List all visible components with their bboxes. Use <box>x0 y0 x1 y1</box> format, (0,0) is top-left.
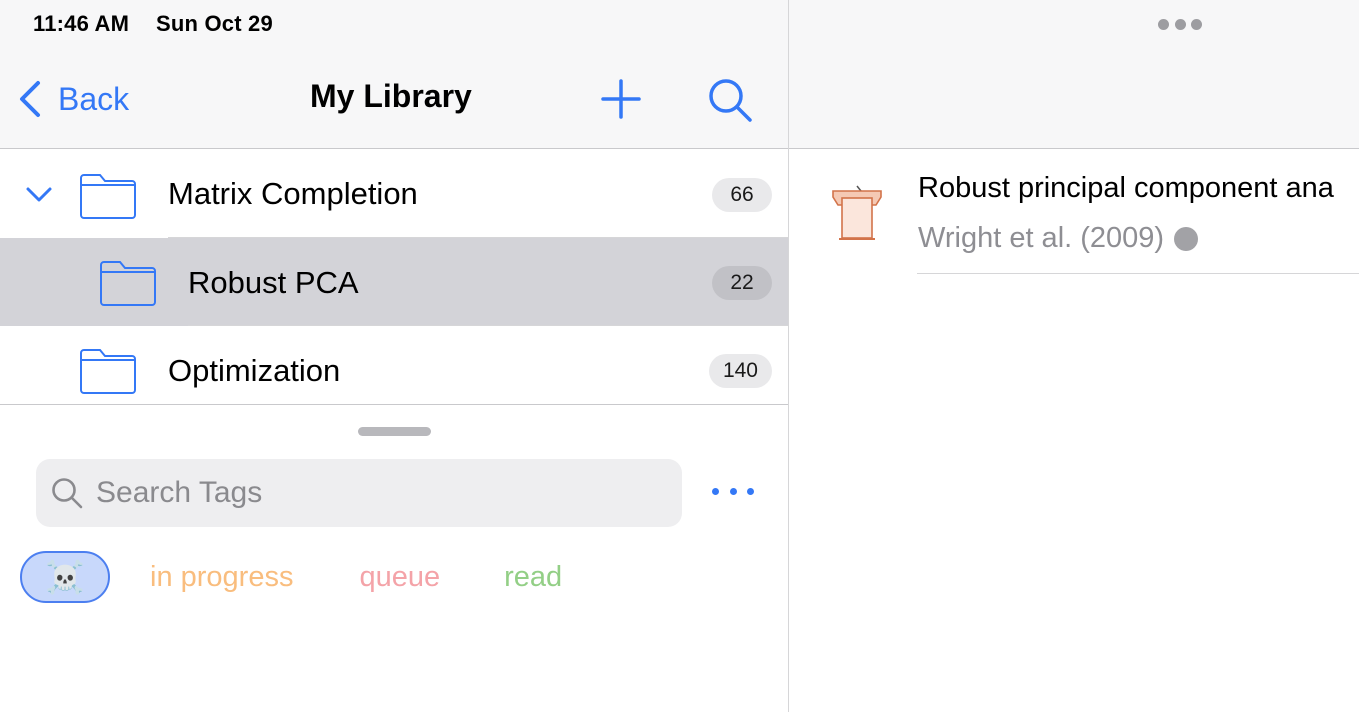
folder-icon <box>80 349 136 394</box>
library-sidebar: 11:46 AM Sun Oct 29 Back My Library Matr… <box>0 0 788 712</box>
ellipsis-icon <box>712 487 719 495</box>
ellipsis-icon <box>1191 18 1202 30</box>
folder-icon <box>100 261 156 306</box>
count-badge: 22 <box>712 266 772 300</box>
add-button[interactable] <box>600 78 642 120</box>
tag-skull[interactable]: ☠️ <box>20 551 110 603</box>
folder-icon <box>80 174 136 219</box>
chevron-down-icon[interactable] <box>24 180 54 210</box>
item-meta: Wright et al. (2009) <box>918 222 1199 255</box>
chevron-left-icon <box>20 81 40 117</box>
status-time: 11:46 AM <box>33 11 130 36</box>
collection-row-robust-pca[interactable]: Robust PCA 22 <box>0 238 788 326</box>
ellipsis-icon <box>1174 18 1186 30</box>
tag-panel: ☠️ in progress queue read <box>0 404 788 712</box>
count-badge: 140 <box>708 354 772 388</box>
collection-label: Robust PCA <box>188 265 359 300</box>
items-header <box>789 0 1359 149</box>
tag-read[interactable]: read <box>504 561 562 594</box>
navigation-header: 11:46 AM Sun Oct 29 Back My Library <box>0 0 788 149</box>
collection-row-optimization[interactable]: Optimization 140 <box>0 326 788 414</box>
tag-search-input[interactable] <box>96 476 656 510</box>
multitasking-button[interactable] <box>1158 18 1202 30</box>
tag-search-field[interactable] <box>36 459 682 527</box>
ellipsis-icon <box>747 487 754 495</box>
status-date: Sun Oct 29 <box>156 11 273 36</box>
page-title: My Library <box>310 78 472 114</box>
plus-icon <box>601 79 641 119</box>
collection-row-matrix-completion[interactable]: Matrix Completion 66 <box>0 150 788 238</box>
search-icon <box>709 79 752 122</box>
tag-in-progress[interactable]: in progress <box>150 561 293 594</box>
sheet-grabber[interactable] <box>358 427 431 436</box>
presentation-podium-icon <box>832 185 882 240</box>
items-pane: Robust principal component ana Wright et… <box>789 0 1359 712</box>
back-button[interactable]: Back <box>16 74 129 124</box>
item-title: Robust principal component ana <box>918 172 1334 204</box>
row-divider <box>917 273 1359 274</box>
count-badge: 66 <box>712 178 772 212</box>
tag-list: ☠️ in progress queue read <box>20 551 562 603</box>
more-options-button[interactable] <box>712 481 754 501</box>
search-button[interactable] <box>706 76 754 124</box>
search-icon <box>52 478 83 509</box>
status-dot <box>1174 226 1199 251</box>
tag-queue[interactable]: queue <box>359 561 440 594</box>
collection-label: Optimization <box>168 353 341 388</box>
ellipsis-icon <box>1158 18 1169 30</box>
back-label: Back <box>58 80 130 117</box>
collection-label: Matrix Completion <box>168 176 418 211</box>
ellipsis-icon <box>729 487 737 495</box>
item-creator-year: Wright et al. (2009) <box>918 222 1165 254</box>
